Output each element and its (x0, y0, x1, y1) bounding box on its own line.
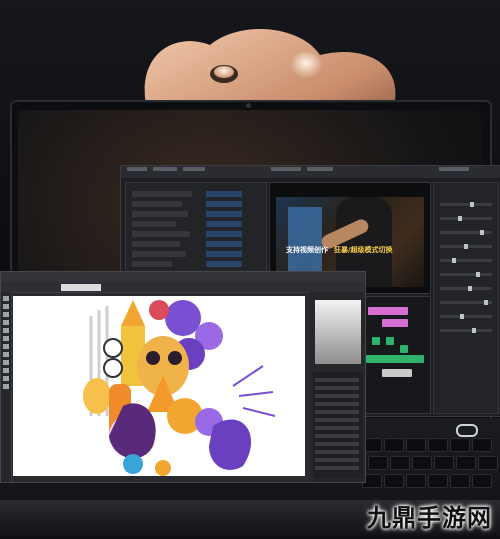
timeline-panel (361, 296, 431, 414)
webcam (246, 103, 251, 108)
site-watermark: 九鼎手游网 (367, 504, 492, 532)
video-subtitle-1: 支持视频创作 (286, 246, 328, 254)
image-editor-window (0, 271, 366, 483)
tools-panel (1, 292, 12, 482)
video-subtitle-2: 狂暴/超级模式切换 (334, 246, 393, 254)
keyboard (360, 430, 500, 500)
power-button-icon[interactable] (456, 424, 478, 437)
document-tab[interactable] (61, 284, 101, 291)
image-editor-menubar (1, 272, 365, 282)
video-editor-menubar (121, 166, 500, 178)
video-background-door (288, 207, 322, 277)
effect-controls-panel (125, 182, 267, 284)
illustration-artwork (13, 296, 305, 476)
essential-graphics-panel (433, 182, 499, 414)
layers-panel (313, 372, 363, 478)
color-panel (315, 300, 361, 364)
artwork-canvas (13, 296, 305, 476)
